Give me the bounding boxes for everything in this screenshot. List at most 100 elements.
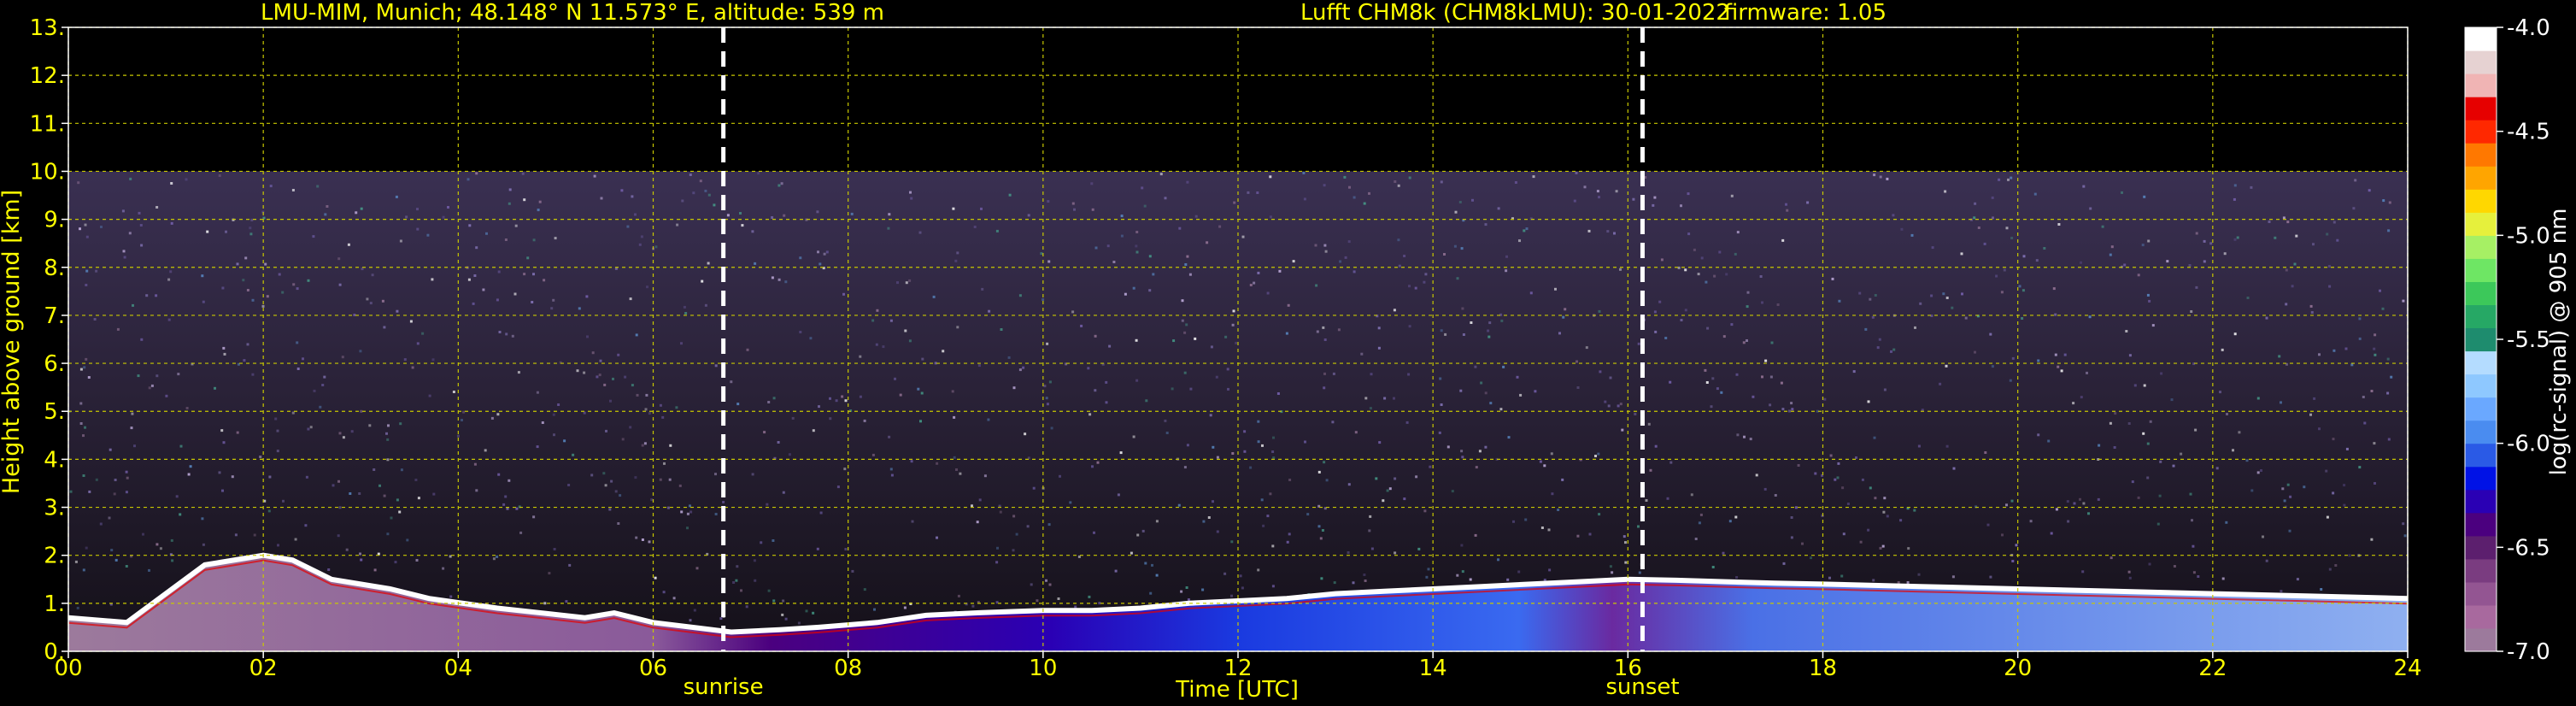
noise-dot xyxy=(1453,244,1457,248)
noise-dot xyxy=(1680,319,1683,321)
noise-dot xyxy=(1347,551,1350,554)
noise-dot xyxy=(1377,346,1381,350)
noise-dot xyxy=(908,279,912,282)
noise-dot xyxy=(1386,489,1389,492)
noise-dot xyxy=(1394,180,1397,183)
noise-dot xyxy=(1393,309,1396,312)
noise-dot xyxy=(604,484,607,487)
x-tick-label: 02 xyxy=(249,656,278,681)
noise-dot xyxy=(1730,323,1734,327)
noise-dot xyxy=(1256,191,1259,194)
noise-dot xyxy=(2328,285,2332,288)
noise-dot xyxy=(1071,202,1075,205)
noise-dot xyxy=(133,444,136,448)
noise-dot xyxy=(1977,227,1980,229)
noise-dot xyxy=(1512,520,1515,523)
noise-dot xyxy=(515,507,519,510)
noise-dot xyxy=(282,499,285,503)
noise-dot xyxy=(2320,588,2323,591)
noise-dot xyxy=(201,274,204,278)
noise-dot xyxy=(502,503,506,506)
noise-dot xyxy=(2343,503,2346,507)
noise-dot xyxy=(1120,215,1124,218)
noise-dot xyxy=(1617,404,1620,408)
colorbar-tick-label: -6.0 xyxy=(2507,432,2550,457)
noise-dot xyxy=(605,429,607,432)
noise-dot xyxy=(2127,422,2131,425)
noise-dot xyxy=(680,510,684,514)
noise-dot xyxy=(1043,385,1047,388)
noise-dot xyxy=(578,307,581,310)
noise-dot xyxy=(416,227,420,231)
noise-dot xyxy=(131,412,134,415)
noise-dot xyxy=(1823,397,1827,401)
noise-dot xyxy=(2195,232,2198,235)
noise-dot xyxy=(1461,307,1464,310)
noise-dot xyxy=(264,262,267,266)
noise-dot xyxy=(1105,401,1108,404)
noise-dot xyxy=(109,448,112,451)
noise-dot xyxy=(978,498,982,502)
noise-dot xyxy=(1243,450,1247,453)
noise-dot xyxy=(1649,468,1652,472)
noise-dot xyxy=(526,256,530,260)
noise-dot xyxy=(1363,202,1366,205)
noise-dot xyxy=(1855,456,1857,459)
noise-dot xyxy=(909,191,912,194)
noise-dot xyxy=(714,473,717,476)
noise-dot xyxy=(2137,496,2140,499)
noise-dot xyxy=(973,226,977,228)
noise-dot xyxy=(1829,454,1833,457)
noise-dot xyxy=(1425,575,1429,579)
noise-dot xyxy=(1148,255,1152,258)
noise-dot xyxy=(2221,577,2225,580)
noise-dot xyxy=(585,295,589,298)
noise-dot xyxy=(2233,238,2237,241)
noise-dot xyxy=(386,458,390,462)
noise-dot xyxy=(1181,319,1184,322)
noise-dot xyxy=(369,302,373,305)
noise-dot xyxy=(292,283,296,286)
noise-dot xyxy=(1913,509,1916,512)
noise-dot xyxy=(2332,438,2335,441)
noise-dot xyxy=(1046,403,1049,406)
noise-dot xyxy=(1207,516,1211,519)
noise-dot xyxy=(1624,541,1627,544)
noise-dot xyxy=(2309,304,2313,308)
noise-dot xyxy=(2386,357,2390,361)
noise-dot xyxy=(1451,490,1454,493)
noise-dot xyxy=(411,366,414,369)
noise-dot xyxy=(1557,509,1560,511)
noise-dot xyxy=(338,506,342,509)
noise-dot xyxy=(1344,256,1347,259)
noise-dot xyxy=(1189,387,1193,391)
noise-dot xyxy=(1669,461,1673,464)
noise-dot xyxy=(399,422,402,426)
noise-dot xyxy=(905,281,908,285)
noise-dot xyxy=(1332,372,1335,375)
noise-dot xyxy=(2005,503,2008,507)
noise-dot xyxy=(1050,427,1053,430)
noise-dot xyxy=(137,374,140,378)
noise-dot xyxy=(269,185,273,188)
noise-dot xyxy=(2194,428,2198,432)
noise-dot xyxy=(432,492,436,496)
noise-dot xyxy=(513,292,517,296)
noise-dot xyxy=(1194,215,1198,218)
noise-dot xyxy=(2374,333,2377,337)
colorbar-tick-label: -7.0 xyxy=(2507,639,2550,665)
noise-dot xyxy=(812,429,815,432)
noise-dot xyxy=(704,303,707,307)
noise-dot xyxy=(1573,199,1576,203)
noise-dot xyxy=(695,567,699,570)
noise-dot xyxy=(167,318,171,321)
noise-dot xyxy=(1120,234,1124,238)
noise-dot xyxy=(1388,487,1392,491)
noise-dot xyxy=(1471,198,1474,202)
noise-dot xyxy=(1711,566,1715,568)
noise-dot xyxy=(1186,180,1189,184)
noise-dot xyxy=(2232,449,2234,452)
noise-dot xyxy=(523,198,526,202)
noise-dot xyxy=(69,490,73,493)
noise-dot xyxy=(871,453,875,456)
